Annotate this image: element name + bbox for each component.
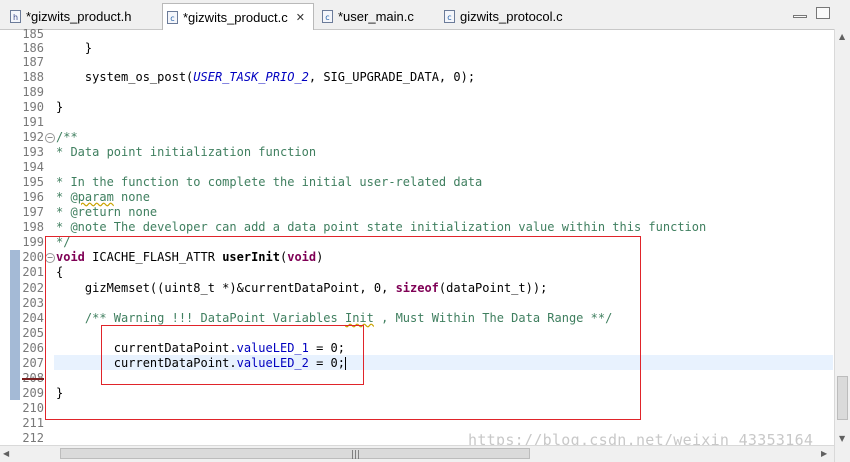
scroll-right-icon[interactable]: ▶ [821, 449, 827, 458]
line-number: 210 [22, 401, 44, 415]
tab-label: *user_main.c [338, 8, 414, 24]
line-number: 195 [22, 175, 44, 189]
line-number: 206 [22, 341, 44, 355]
horizontal-scroll-thumb[interactable]: ||| [60, 448, 530, 460]
tab-label: gizwits_protocol.c [460, 8, 563, 24]
line-number: 197 [22, 205, 44, 219]
line-number: 192 [22, 130, 44, 144]
line-number: 203 [22, 296, 44, 310]
code-line: * Data point initialization function [56, 145, 317, 159]
vertical-scrollbar[interactable]: ▲ ▼ [834, 29, 850, 462]
c-file-icon: c [322, 9, 333, 23]
line-number: 188 [22, 70, 44, 84]
tab-gizwits-product-h[interactable]: h *gizwits_product.h [6, 3, 156, 29]
fold-toggle-icon[interactable]: − [45, 133, 55, 143]
line-number: 198 [22, 220, 44, 234]
tab-label: *gizwits_product.c [183, 9, 288, 25]
line-number: 204 [22, 311, 44, 325]
tab-user-main-c[interactable]: c *user_main.c [318, 3, 433, 29]
line-number: 194 [22, 160, 44, 174]
scroll-down-icon[interactable]: ▼ [839, 434, 845, 443]
line-number: 212 [22, 431, 44, 445]
line-number: 202 [22, 281, 44, 295]
line-number: 209 [22, 386, 44, 400]
line-number: 193 [22, 145, 44, 159]
highlight-box-values [101, 325, 364, 385]
close-icon[interactable]: ✕ [296, 11, 305, 24]
scroll-left-icon[interactable]: ◀ [3, 449, 9, 458]
tab-gizwits-protocol-c[interactable]: c gizwits_protocol.c [440, 3, 580, 29]
vertical-scroll-thumb[interactable] [837, 376, 848, 420]
line-number: 201 [22, 265, 44, 279]
scroll-up-icon[interactable]: ▲ [839, 32, 845, 41]
line-number: 207 [22, 356, 44, 370]
line-number: 187 [22, 55, 44, 69]
line-number: 211 [22, 416, 44, 430]
code-line: } [56, 100, 64, 114]
line-number: 200 [22, 250, 44, 264]
code-line: * In the function to complete the initia… [56, 175, 483, 189]
h-file-icon: h [10, 9, 21, 23]
grip-icon: ||| [351, 450, 361, 460]
line-number: 189 [22, 85, 44, 99]
code-line: /** [56, 130, 78, 144]
c-file-icon: c [444, 9, 455, 23]
minimize-button[interactable] [793, 15, 807, 18]
editor-tab-bar: h *gizwits_product.h c *gizwits_product.… [0, 0, 850, 30]
cursor-line-marker [22, 378, 44, 380]
code-line: system_os_post(USER_TASK_PRIO_2, SIG_UPG… [56, 70, 476, 84]
line-number: 196 [22, 190, 44, 204]
tab-label: *gizwits_product.h [26, 8, 132, 24]
code-line: } [56, 41, 93, 55]
code-line: * @note The developer can add a data poi… [56, 220, 707, 234]
line-number: 205 [22, 326, 44, 340]
line-number: 199 [22, 235, 44, 249]
line-number: 186 [22, 41, 44, 55]
line-number: 190 [22, 100, 44, 114]
code-line: * @return none [56, 205, 158, 219]
c-file-icon: c [167, 10, 178, 24]
code-line: * @param none [56, 190, 150, 204]
tab-gizwits-product-c[interactable]: c *gizwits_product.c ✕ [162, 3, 314, 30]
horizontal-scrollbar[interactable]: ◀ ||| ▶ [0, 445, 834, 462]
line-number: 191 [22, 115, 44, 129]
maximize-button[interactable] [816, 7, 830, 19]
